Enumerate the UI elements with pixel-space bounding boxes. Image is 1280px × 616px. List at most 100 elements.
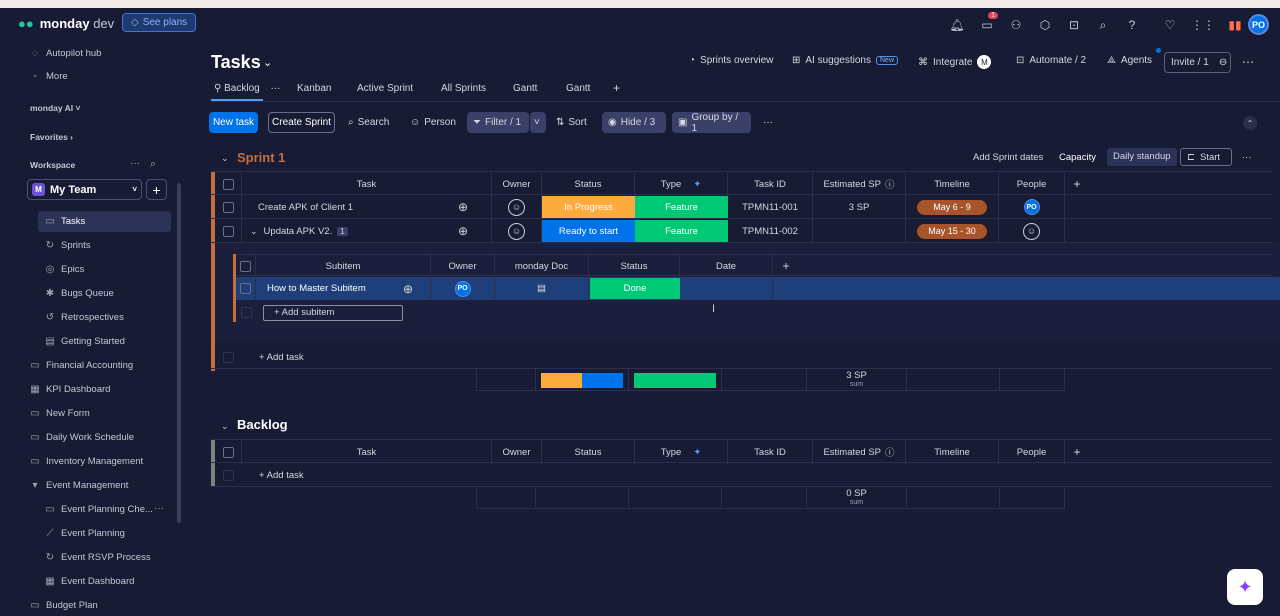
add-task-input[interactable]: + Add task bbox=[251, 463, 451, 487]
sp-summary[interactable]: 3 SP sum bbox=[807, 369, 907, 391]
status-cell[interactable]: In Progress bbox=[542, 196, 635, 218]
agents-button[interactable]: ⟁ Agents bbox=[1107, 55, 1152, 66]
row-checkbox-cell[interactable] bbox=[215, 195, 242, 219]
col-task-id[interactable]: Task ID bbox=[728, 440, 813, 464]
help-icon[interactable]: ? bbox=[1121, 16, 1143, 34]
col-monday-doc[interactable]: monday Doc bbox=[495, 255, 589, 277]
board-menu-icon[interactable]: ⋯ bbox=[1242, 55, 1254, 69]
col-subitem[interactable]: Subitem bbox=[256, 255, 431, 277]
create-sprint-button[interactable]: Create Sprint bbox=[268, 112, 335, 133]
col-task[interactable]: Task bbox=[242, 440, 492, 464]
sidebar-item-getting-started[interactable]: ▤ Getting Started bbox=[45, 336, 125, 347]
invite-button[interactable]: Invite / 1 ⊖ bbox=[1164, 52, 1231, 73]
add-subitem-column-button[interactable]: + bbox=[773, 255, 799, 277]
item-more-icon[interactable]: ··· bbox=[154, 503, 164, 514]
add-sprint-dates-button[interactable]: Add Sprint dates bbox=[973, 152, 1043, 163]
workspace-search-icon[interactable]: ⌕ bbox=[150, 158, 156, 171]
sprint-group-title[interactable]: Sprint 1 bbox=[237, 150, 285, 165]
sidebar-item-more[interactable]: ◦ More bbox=[30, 71, 67, 82]
tab-kanban[interactable]: Kanban bbox=[297, 83, 331, 94]
subitem-select-all[interactable] bbox=[236, 255, 256, 277]
add-task-input[interactable]: + Add task bbox=[251, 345, 451, 369]
checkbox[interactable] bbox=[222, 201, 234, 213]
col-estimated-sp[interactable]: Estimated SP ⓘ bbox=[813, 172, 906, 196]
inbox-icon[interactable]: ▭ 1 bbox=[976, 12, 998, 34]
ai-suggestions-button[interactable]: ⊞ AI suggestions New bbox=[792, 55, 899, 66]
search-button[interactable]: ⌕ Search bbox=[342, 112, 395, 133]
filter-button[interactable]: ⏷ Filter / 1 bbox=[467, 112, 529, 133]
col-subitem-owner[interactable]: Owner bbox=[431, 255, 495, 277]
chevron-down-icon[interactable]: ⌄ bbox=[221, 421, 229, 432]
sidebar-item-event-dashboard[interactable]: ▦ Event Dashboard bbox=[45, 576, 134, 587]
tab-more-icon[interactable]: ··· bbox=[270, 83, 280, 94]
toolbar-more-icon[interactable]: ··· bbox=[757, 112, 779, 133]
filter-dropdown[interactable]: ˅ bbox=[530, 112, 546, 133]
bell-icon[interactable]: 🔔︎ bbox=[946, 16, 968, 34]
row-checkbox-cell[interactable] bbox=[215, 219, 242, 243]
add-view-button[interactable]: + bbox=[613, 81, 620, 95]
monday-products-icon[interactable]: ▮▮ bbox=[1224, 16, 1246, 34]
task-id-cell[interactable]: TPMN11-001 bbox=[728, 195, 813, 219]
add-column-button[interactable]: + bbox=[1065, 440, 1089, 464]
sp-summary[interactable]: 0 SP sum bbox=[807, 487, 907, 509]
start-sprint-button[interactable]: ⊏ Start bbox=[1180, 148, 1232, 166]
sidebar-item-new-form[interactable]: ▭ New Form bbox=[30, 408, 90, 419]
sidebar-scrollbar[interactable] bbox=[177, 183, 181, 523]
collapse-header-icon[interactable]: ⌃ bbox=[1243, 116, 1257, 130]
col-type[interactable]: Type ✦ bbox=[635, 172, 728, 196]
col-subitem-status[interactable]: Status bbox=[589, 255, 680, 277]
task-id-cell[interactable]: TPMN11-002 bbox=[728, 219, 813, 243]
sidebar-item-retrospectives[interactable]: ↺ Retrospectives bbox=[45, 312, 124, 323]
checkbox[interactable] bbox=[222, 178, 234, 190]
sprint-more-icon[interactable]: ··· bbox=[1242, 152, 1252, 163]
date-cell[interactable] bbox=[680, 277, 773, 300]
timeline-cell[interactable]: May 15 - 30 bbox=[906, 219, 999, 243]
add-update-icon[interactable]: ⊕ bbox=[386, 277, 431, 300]
person-filter-button[interactable]: ☺ Person bbox=[404, 112, 462, 133]
subitem-checkbox-cell[interactable] bbox=[236, 277, 256, 300]
favorites-section[interactable]: Favorites › bbox=[30, 132, 73, 142]
sidebar-item-sprints[interactable]: ↻ Sprints bbox=[45, 240, 91, 251]
sidebar-item-autopilot[interactable]: ◌ Autopilot hub bbox=[30, 48, 101, 59]
see-plans-button[interactable]: ◇ See plans bbox=[122, 13, 197, 32]
checkbox[interactable] bbox=[222, 446, 234, 458]
add-task-row[interactable]: + Add task bbox=[211, 463, 1273, 487]
add-workspace-item-button[interactable]: + bbox=[146, 179, 167, 200]
col-type[interactable]: Type ✦ bbox=[635, 440, 728, 464]
task-name-cell[interactable]: ⌄ Updata APK V2. 1 bbox=[242, 219, 435, 243]
sidebar-item-event-planning-checklist[interactable]: ▭ Event Planning Che... bbox=[45, 504, 153, 515]
tab-gantt[interactable]: Gantt bbox=[513, 83, 537, 94]
checkbox[interactable] bbox=[222, 225, 234, 237]
type-summary[interactable] bbox=[629, 369, 722, 391]
checkbox[interactable] bbox=[240, 283, 251, 294]
subitem-status-cell[interactable]: Done bbox=[590, 278, 680, 299]
add-task-row[interactable]: + Add task bbox=[211, 345, 1273, 369]
tab-gantt-2[interactable]: Gantt bbox=[566, 83, 590, 94]
search-icon[interactable]: ⌕ bbox=[1092, 16, 1114, 34]
col-owner[interactable]: Owner bbox=[492, 172, 542, 196]
estimated-sp-cell[interactable]: 3 SP bbox=[813, 195, 906, 219]
chevron-down-icon[interactable]: ⌄ bbox=[263, 56, 272, 69]
sidebar-item-event-management[interactable]: ▾ Event Management bbox=[30, 480, 128, 491]
owner-cell[interactable]: ☺ bbox=[492, 195, 542, 219]
add-update-icon[interactable]: ⊕ bbox=[435, 219, 492, 243]
automate-button[interactable]: ⊡ Automate / 2 bbox=[1016, 55, 1086, 66]
sort-button[interactable]: ⇅ Sort bbox=[550, 112, 593, 133]
sidebar-item-budget-plan[interactable]: ▭ Budget Plan bbox=[30, 600, 98, 611]
sidebar-item-tasks[interactable]: ▭ Tasks bbox=[45, 216, 85, 227]
col-people[interactable]: People bbox=[999, 440, 1065, 464]
people-cell[interactable]: ☺ bbox=[999, 219, 1065, 243]
sidebar-item-event-planning[interactable]: ⟋ Event Planning bbox=[45, 528, 125, 539]
col-estimated-sp[interactable]: Estimated SP ⓘ bbox=[813, 440, 906, 464]
workspace-selector[interactable]: M My Team ˅ bbox=[27, 179, 142, 200]
backlog-group-title[interactable]: Backlog bbox=[237, 417, 288, 432]
capacity-button[interactable]: Capacity bbox=[1059, 152, 1096, 163]
ai-assistant-button[interactable]: ✦ bbox=[1227, 569, 1263, 605]
monday-ai-section[interactable]: monday AI ˅ bbox=[30, 103, 80, 113]
status-cell[interactable]: Ready to start bbox=[542, 220, 635, 242]
subitem-name[interactable]: How to Master Subitem bbox=[256, 277, 386, 300]
sidebar-item-bugs-queue[interactable]: ✱ Bugs Queue bbox=[45, 288, 114, 299]
tab-active-sprint[interactable]: Active Sprint bbox=[357, 83, 413, 94]
people-cell[interactable]: PO bbox=[999, 195, 1065, 219]
table-row[interactable]: ⌄ Updata APK V2. 1 ⊕ ☺ Ready to start Feat… bbox=[211, 219, 1273, 243]
